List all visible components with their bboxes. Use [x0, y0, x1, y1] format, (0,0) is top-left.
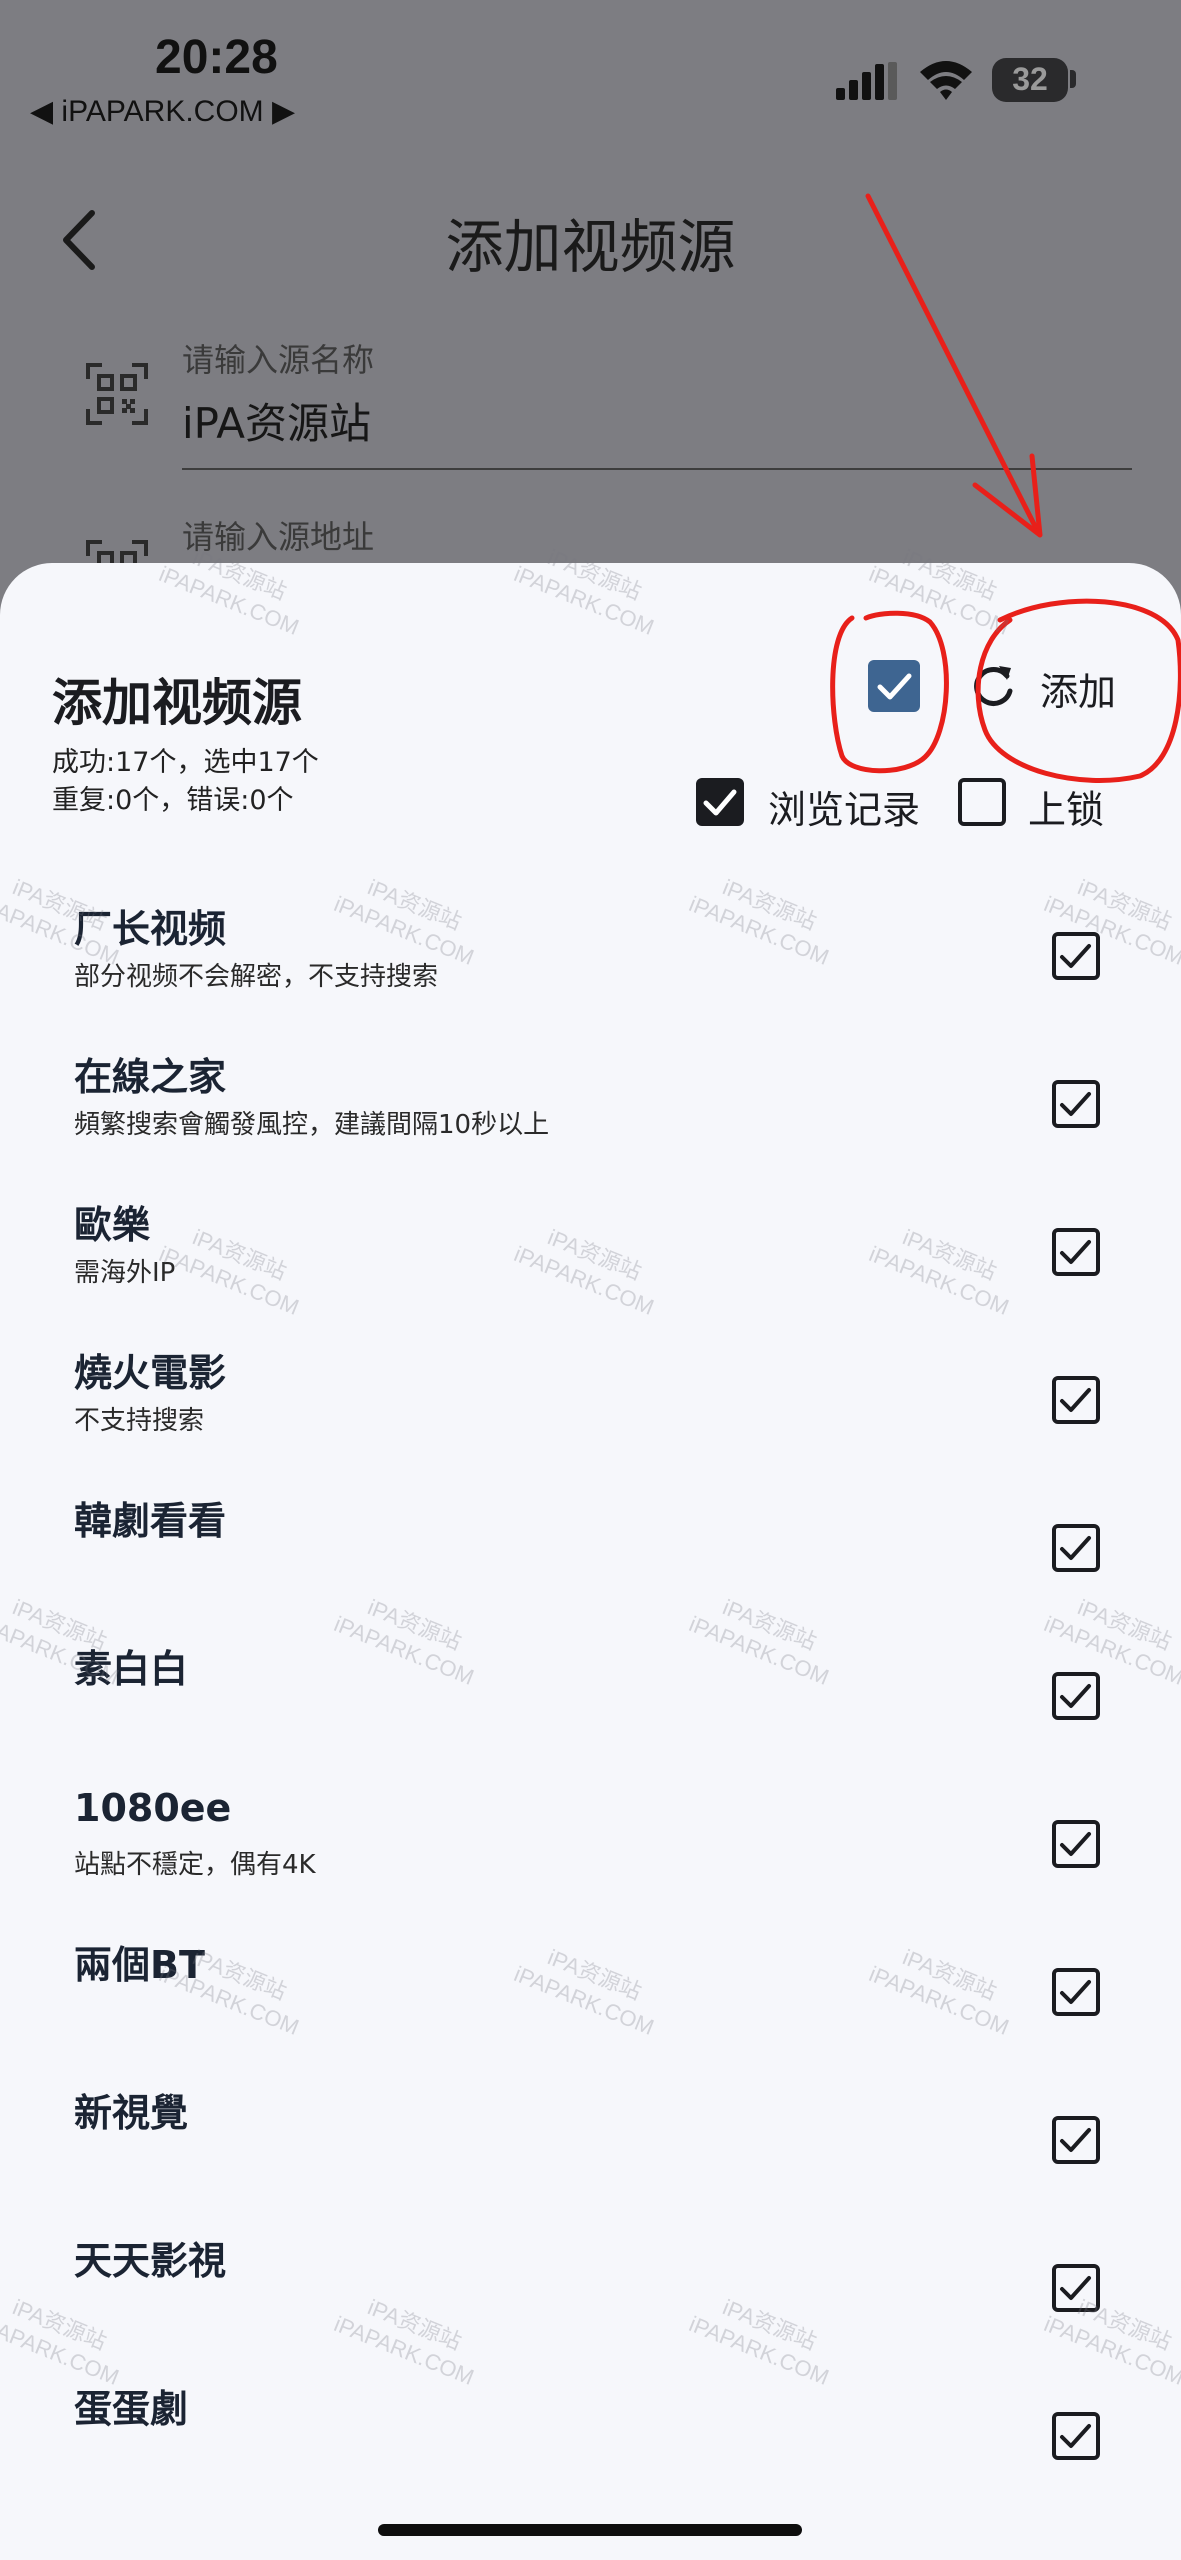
home-indicator [378, 2524, 802, 2536]
source-item[interactable]: 新視覺 [0, 2072, 1181, 2220]
back-to-app-link[interactable]: ◀ iPAPARK.COM ▶ [30, 94, 295, 129]
battery-level: 32 [1012, 61, 1048, 97]
source-item-subtitle: 部分视频不会解密，不支持搜索 [74, 962, 439, 992]
source-item[interactable]: 燒火電影 不支持搜索 [0, 1332, 1181, 1480]
source-item[interactable]: 天天影視 [0, 2220, 1181, 2368]
check-icon [1060, 2128, 1091, 2152]
lock-label: 上锁 [1028, 788, 1105, 832]
select-all-checkbox[interactable] [868, 660, 920, 712]
source-item-title: 在線之家 [74, 1055, 227, 1099]
check-icon [703, 789, 737, 816]
source-item[interactable]: 蛋蛋劇 [0, 2368, 1181, 2516]
check-icon [1060, 1092, 1091, 1116]
check-icon [1060, 1684, 1091, 1708]
sheet-title: 添加视频源 [52, 674, 302, 732]
source-item-title: 新視覺 [74, 2091, 189, 2135]
source-item-subtitle: 站點不穩定，偶有4K [74, 1850, 316, 1880]
check-icon [1060, 1980, 1091, 2004]
source-item-checkbox[interactable] [1052, 1376, 1100, 1424]
history-checkbox[interactable] [696, 778, 744, 826]
source-item[interactable]: 素白白 [0, 1628, 1181, 1776]
source-item-title: 燒火電影 [74, 1351, 227, 1395]
source-item-checkbox[interactable] [1052, 1820, 1100, 1868]
add-source-sheet: 添加视频源 成功:17个，选中17个 重复:0个，错误:0个 添加 浏览记录 上… [0, 563, 1181, 2560]
qr-scan-icon[interactable] [86, 363, 148, 425]
source-item-title: 天天影視 [74, 2239, 227, 2283]
cellular-signal-icon [836, 62, 897, 100]
status-bar: 20:28 ◀ iPAPARK.COM ▶ 32 [0, 0, 1181, 150]
source-item[interactable]: 厂长视频 部分视频不会解密，不支持搜索 [0, 888, 1181, 1036]
source-item-checkbox[interactable] [1052, 2412, 1100, 2460]
refresh-icon[interactable] [967, 660, 1019, 712]
source-item-checkbox[interactable] [1052, 1228, 1100, 1276]
wifi-icon [920, 61, 972, 100]
source-item-title: 蛋蛋劇 [74, 2387, 189, 2431]
check-icon [1060, 1832, 1091, 1856]
source-item-title: 1080ee [74, 1786, 232, 1830]
source-item-title: 韓劇看看 [74, 1499, 227, 1543]
source-item-checkbox[interactable] [1052, 932, 1100, 980]
stats-success: 成功:17个，选中17个 [52, 747, 319, 778]
source-name-label: 请输入源名称 [182, 341, 375, 379]
check-icon [1060, 1240, 1091, 1264]
source-item-checkbox[interactable] [1052, 1080, 1100, 1128]
add-button[interactable]: 添加 [1040, 661, 1116, 716]
source-item[interactable]: 1080ee 站點不穩定，偶有4K [0, 1776, 1181, 1924]
battery-tip [1070, 70, 1076, 88]
check-icon [1060, 1388, 1091, 1412]
source-item-checkbox[interactable] [1052, 1672, 1100, 1720]
source-item-subtitle: 頻繁搜索會觸發風控，建議間隔10秒以上 [74, 1110, 550, 1140]
lock-checkbox[interactable] [958, 778, 1006, 826]
page-title: 添加视频源 [445, 213, 736, 281]
source-name-underline [182, 468, 1132, 470]
source-name-input[interactable]: iPA资源站 [182, 390, 371, 451]
source-item-subtitle: 不支持搜索 [74, 1406, 205, 1436]
stats-duplicate: 重复:0个，错误:0个 [52, 785, 294, 816]
source-item-checkbox[interactable] [1052, 1524, 1100, 1572]
source-item-checkbox[interactable] [1052, 1968, 1100, 2016]
battery-icon: 32 [992, 58, 1068, 102]
status-time: 20:28 [155, 31, 278, 84]
check-icon [1060, 944, 1091, 968]
check-icon [877, 673, 912, 700]
check-icon [1060, 2424, 1091, 2448]
history-label: 浏览记录 [768, 788, 921, 832]
check-icon [1060, 1536, 1091, 1560]
source-item-title: 歐樂 [74, 1203, 151, 1247]
source-item[interactable]: 在線之家頻繁搜索會觸發風控，建議間隔10秒以上 [0, 1036, 1181, 1184]
source-item-checkbox[interactable] [1052, 2116, 1100, 2164]
source-item[interactable]: 韓劇看看 [0, 1480, 1181, 1628]
